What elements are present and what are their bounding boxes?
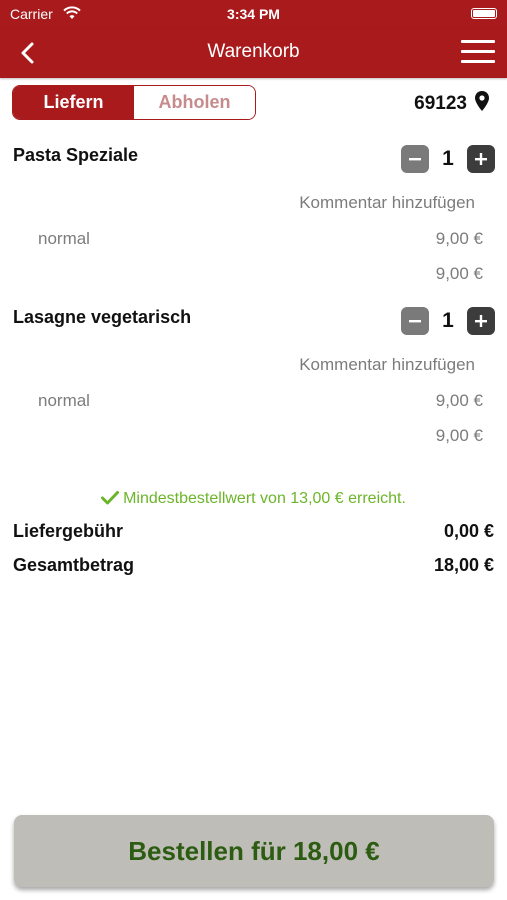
minus-icon — [409, 158, 421, 161]
total-value: 18,00 € — [433, 555, 494, 575]
add-comment-link[interactable]: Kommentar hinzufügen — [299, 193, 475, 213]
quantity-value: 1 — [442, 147, 454, 170]
delivery-mode-toggle: Liefern Abholen — [12, 85, 256, 120]
item-total: 9,00 € — [435, 264, 483, 283]
delivery-fee-label: Liefergebühr — [13, 521, 124, 541]
quantity-stepper: 1 — [401, 307, 495, 335]
zip-code-value: 69123 — [414, 93, 467, 114]
place-order-button[interactable]: Bestellen für 18,00 € — [14, 815, 494, 887]
item-name: Lasagne vegetarisch — [13, 307, 192, 327]
page-title: Warenkorb — [207, 41, 300, 62]
increase-quantity-button[interactable] — [467, 307, 495, 335]
minimum-order-text: Mindestbestellwert von 13,00 € erreicht. — [123, 490, 406, 507]
total-label: Gesamtbetrag — [13, 555, 135, 575]
status-bar: Carrier 3:34 PM — [0, 0, 507, 28]
checkmark-icon — [101, 491, 120, 510]
nav-bar: Warenkorb — [0, 28, 507, 78]
decrease-quantity-button[interactable] — [401, 145, 429, 173]
item-variant: normal — [38, 391, 90, 410]
delivery-fee-value: 0,00 € — [443, 521, 494, 541]
tab-liefern[interactable]: Liefern — [13, 86, 134, 119]
variant-price: 9,00 € — [435, 229, 483, 248]
quantity-stepper: 1 — [401, 145, 495, 173]
total-row: Gesamtbetrag 18,00 € — [13, 555, 494, 576]
decrease-quantity-button[interactable] — [401, 307, 429, 335]
add-comment-link[interactable]: Kommentar hinzufügen — [299, 355, 475, 375]
item-name: Pasta Speziale — [13, 145, 139, 165]
plus-icon — [475, 153, 487, 165]
battery-icon — [471, 8, 497, 19]
zip-code[interactable]: 69123 — [414, 91, 489, 117]
increase-quantity-button[interactable] — [467, 145, 495, 173]
tab-abholen[interactable]: Abholen — [134, 86, 255, 119]
clock: 3:34 PM — [227, 6, 280, 22]
variant-price: 9,00 € — [435, 391, 483, 410]
item-variant: normal — [38, 229, 90, 248]
quantity-value: 1 — [442, 309, 454, 332]
minus-icon — [409, 320, 421, 323]
hamburger-menu-icon[interactable] — [461, 40, 495, 66]
location-pin-icon — [475, 91, 489, 117]
item-total: 9,00 € — [435, 426, 483, 445]
minimum-order-notice: Mindestbestellwert von 13,00 € erreicht. — [0, 490, 507, 510]
delivery-fee-row: Liefergebühr 0,00 € — [13, 521, 494, 542]
plus-icon — [475, 315, 487, 327]
